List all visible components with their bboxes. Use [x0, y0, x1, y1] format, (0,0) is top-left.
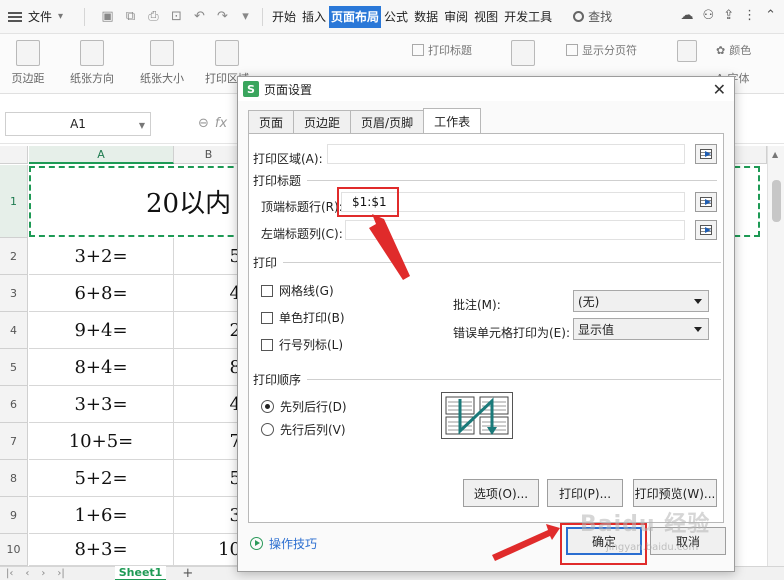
arrow-right-icon — [492, 524, 560, 561]
annotation-arrows — [369, 214, 560, 561]
watermark-url: jingyan.baidu.com — [606, 542, 699, 553]
watermark: Baidu 经验 — [580, 512, 711, 537]
tab-sheet[interactable]: 工作表 — [423, 108, 482, 133]
arrow-up-icon — [369, 214, 410, 280]
